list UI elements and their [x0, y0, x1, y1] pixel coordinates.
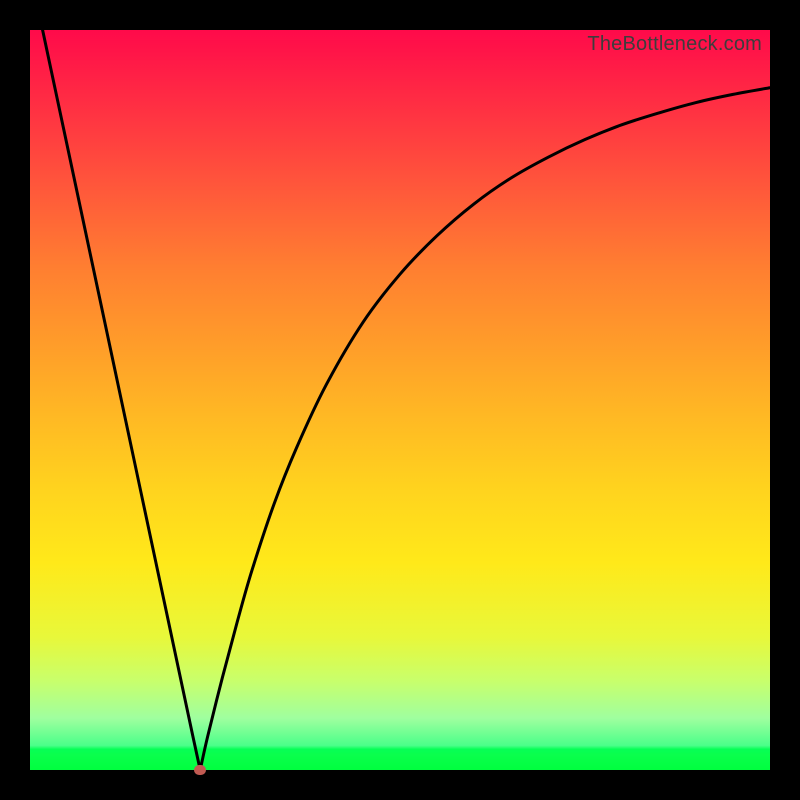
chart-frame: TheBottleneck.com [0, 0, 800, 800]
curve-path [30, 30, 770, 770]
plot-area: TheBottleneck.com [30, 30, 770, 770]
minimum-marker [194, 765, 206, 775]
bottleneck-curve [30, 30, 770, 770]
